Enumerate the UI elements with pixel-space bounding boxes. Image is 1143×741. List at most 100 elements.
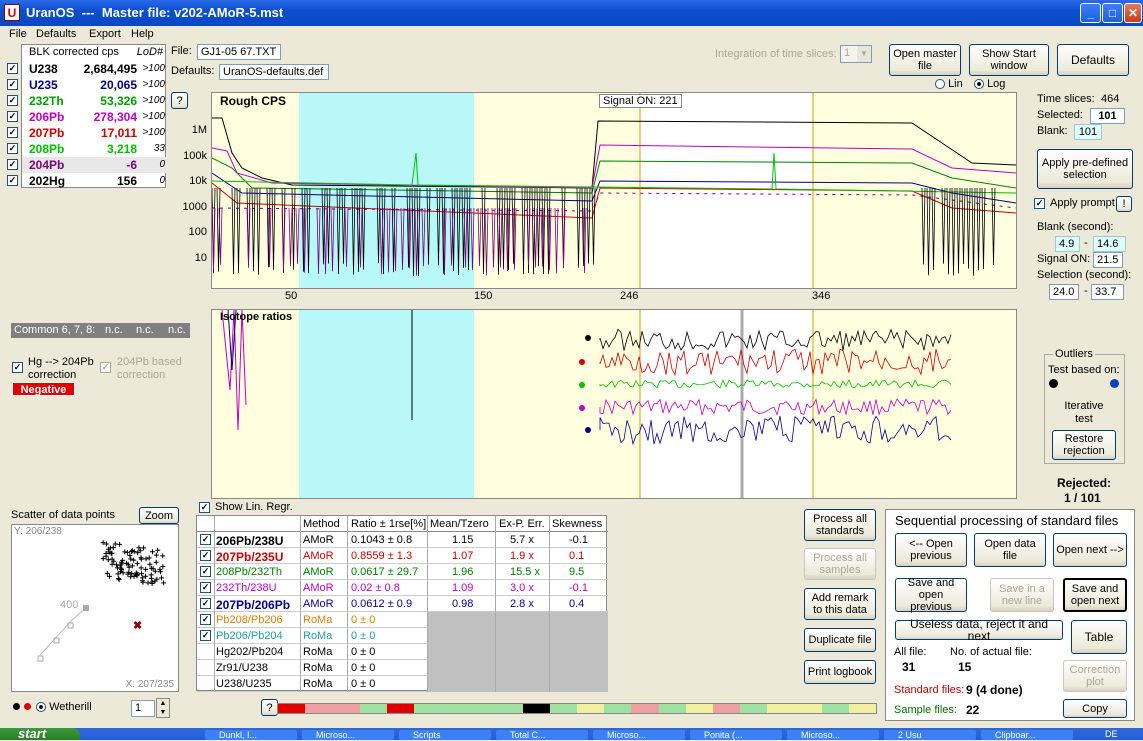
help-button-bottom[interactable]: ?: [261, 699, 278, 716]
defaults-button[interactable]: Defaults: [1057, 44, 1129, 76]
file-status-cell[interactable]: [441, 704, 469, 713]
close-button[interactable]: ✕: [1124, 3, 1142, 23]
file-status-cell[interactable]: [631, 704, 659, 713]
add-remark-button[interactable]: Add remark to this data: [804, 588, 876, 620]
file-status-cell[interactable]: [278, 704, 306, 713]
file-status-colorbar[interactable]: [277, 703, 877, 714]
integration-select[interactable]: 1 ▼: [840, 45, 872, 63]
file-status-cell[interactable]: [305, 704, 333, 713]
ratio-checkbox[interactable]: ✓: [200, 550, 211, 561]
file-status-cell[interactable]: [848, 704, 877, 713]
save-new-line-button[interactable]: Save in a new line: [990, 578, 1054, 612]
start-button[interactable]: start: [0, 727, 80, 740]
menu-export[interactable]: Export: [89, 28, 121, 40]
ratio-row[interactable]: ✓ 206Pb/238U AMoR 0.1043 ± 0.8 1.15 5.7 x -0.1: [197, 532, 608, 548]
element-checkbox[interactable]: ✓: [7, 127, 18, 138]
scatter-plot[interactable]: ✖ Y: 206/238 400 X: 207/235: [11, 524, 179, 692]
file-status-cell[interactable]: [413, 704, 442, 713]
file-status-cell[interactable]: [740, 704, 768, 713]
print-logbook-button[interactable]: Print logbook: [804, 660, 876, 684]
process-all-standards-button[interactable]: Process all standards: [804, 509, 876, 541]
open-previous-button[interactable]: <-- Open previous: [895, 533, 967, 567]
ratio-checkbox[interactable]: ✓: [200, 534, 211, 545]
show-lin-regr-checkbox[interactable]: ✓: [199, 502, 210, 513]
taskbar-item[interactable]: Microso...: [787, 730, 879, 740]
taskbar-item[interactable]: Total C...: [496, 730, 588, 740]
duplicate-file-button[interactable]: Duplicate file: [804, 628, 876, 652]
table-button[interactable]: Table: [1071, 620, 1127, 654]
save-open-next-button[interactable]: Save and open next: [1063, 578, 1127, 612]
wetherill-radio[interactable]: Wetherill: [36, 701, 92, 713]
file-status-cell[interactable]: [604, 704, 632, 713]
apply-predefined-selection-button[interactable]: Apply pre-defined selection: [1037, 149, 1133, 189]
element-checkbox[interactable]: ✓: [7, 159, 18, 170]
scatter-spin-input[interactable]: 1: [131, 700, 155, 717]
ratio-row[interactable]: ✓ 232Th/238U AMoR 0.02 ± 0.8 1.09 3.0 x -0.1: [197, 580, 608, 596]
open-next-button[interactable]: Open next -->: [1053, 533, 1127, 567]
file-status-cell[interactable]: [821, 704, 849, 713]
ratio-checkbox[interactable]: ✓: [200, 598, 211, 609]
open-master-file-button[interactable]: Open master file: [889, 44, 961, 76]
file-status-cell[interactable]: [577, 704, 605, 713]
ratio-row[interactable]: ✓ 207Pb/235U AMoR 0.8559 ± 1.3 1.07 1.9 x 0.1: [197, 548, 608, 564]
ratio-row[interactable]: ✓ 207Pb/206Pb AMoR 0.0612 ± 0.9 0.98 2.8 x 0.4: [197, 596, 608, 612]
file-status-cell[interactable]: [386, 704, 414, 713]
ratio-checkbox[interactable]: ✓: [200, 630, 211, 641]
taskbar-item[interactable]: Dunkl, I...: [205, 730, 297, 740]
useless-data-reject-button[interactable]: Useless data, reject it and next: [895, 618, 1063, 642]
selection-to-value[interactable]: 33.7: [1091, 284, 1124, 300]
file-status-cell[interactable]: [495, 704, 523, 713]
ratio-row[interactable]: ✓ 208Pb/232Th AMoR 0.0617 ± 29.7 1.96 15.5 x 9…: [197, 564, 608, 580]
pb204-correction-checkbox[interactable]: ✓: [100, 362, 111, 373]
correction-plot-button[interactable]: Correction plot: [1063, 660, 1127, 692]
ratio-checkbox[interactable]: ✓: [200, 614, 211, 625]
element-checkbox[interactable]: ✓: [7, 95, 18, 106]
apply-prompt-checkbox[interactable]: ✓: [1034, 198, 1045, 209]
file-status-cell[interactable]: [549, 704, 578, 713]
file-status-cell[interactable]: [794, 704, 822, 713]
file-status-cell[interactable]: [713, 704, 741, 713]
file-status-cell[interactable]: [359, 704, 387, 713]
taskbar-item[interactable]: Ponita (...: [690, 730, 782, 740]
taskbar-item[interactable]: Microso...: [593, 730, 685, 740]
file-status-cell[interactable]: [685, 704, 713, 713]
file-status-cell[interactable]: [332, 704, 360, 713]
taskbar-item[interactable]: 2 Usu: [884, 730, 976, 740]
open-data-file-button[interactable]: Open data file: [974, 533, 1046, 567]
menu-file[interactable]: File: [9, 28, 27, 40]
restore-rejection-button[interactable]: Restore rejection: [1052, 430, 1116, 460]
isotope-ratio-chart[interactable]: Isotope ratios: [211, 309, 1017, 499]
minimize-button[interactable]: _: [1080, 3, 1101, 23]
save-open-previous-button[interactable]: Save and open previous: [895, 577, 967, 613]
blank-to-value[interactable]: 14.6: [1093, 236, 1126, 252]
blank-from-value[interactable]: 4.9: [1055, 236, 1080, 252]
hg-correction-checkbox[interactable]: ✓: [12, 362, 23, 373]
signal-on-value[interactable]: 21.5: [1093, 252, 1123, 268]
file-status-cell[interactable]: [522, 704, 550, 713]
language-indicator[interactable]: DE: [1105, 729, 1118, 739]
selection-from-value[interactable]: 24.0: [1049, 284, 1079, 300]
process-all-samples-button[interactable]: Process all samples: [804, 548, 876, 580]
file-status-cell[interactable]: [767, 704, 795, 713]
ratio-checkbox[interactable]: ✓: [200, 582, 211, 593]
menu-defaults[interactable]: Defaults: [36, 28, 76, 40]
element-checkbox[interactable]: ✓: [7, 143, 18, 154]
element-checkbox[interactable]: ✓: [7, 111, 18, 122]
help-button[interactable]: ?: [171, 92, 188, 109]
copy-button[interactable]: Copy: [1063, 699, 1127, 718]
spin-arrows-icon[interactable]: ▲ ▼: [156, 698, 170, 718]
log-radio[interactable]: Log: [974, 78, 1005, 90]
ratio-checkbox[interactable]: ✓: [200, 566, 211, 577]
taskbar-item[interactable]: Clipboar...: [981, 730, 1073, 740]
element-checkbox[interactable]: ✓: [7, 79, 18, 90]
maximize-button[interactable]: □: [1102, 3, 1123, 23]
file-status-cell[interactable]: [658, 704, 686, 713]
taskbar-item[interactable]: Microso...: [302, 730, 394, 740]
element-checkbox[interactable]: ✓: [7, 175, 18, 186]
element-checkbox[interactable]: ✓: [7, 63, 18, 74]
rough-cps-chart[interactable]: Rough CPS Signal ON: 221: [211, 92, 1017, 289]
lin-radio[interactable]: Lin: [935, 78, 963, 90]
show-start-window-button[interactable]: Show Start window: [969, 44, 1049, 76]
file-status-cell[interactable]: [468, 704, 496, 713]
taskbar-item[interactable]: Scripts: [399, 730, 491, 740]
